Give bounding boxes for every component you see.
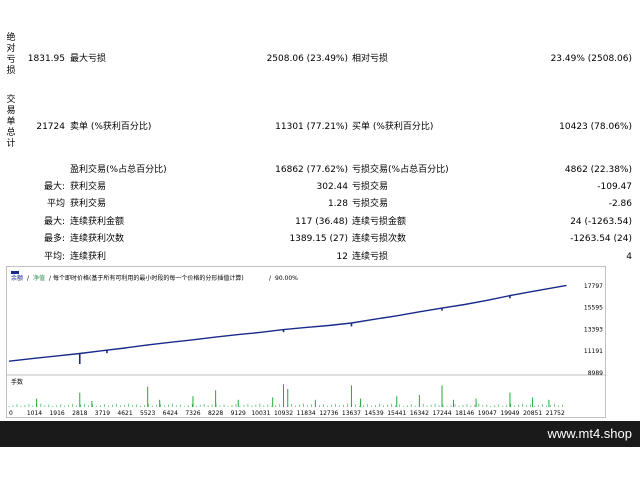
absolute-loss-value: 1831.95 xyxy=(27,54,65,64)
top-blank xyxy=(0,0,640,33)
bottom-blank xyxy=(0,447,640,480)
buy-trades-label: 买单 (%获利百分比) xyxy=(352,122,434,132)
consecutive-loss-count-value: -1263.54 (24) xyxy=(570,234,632,244)
consecutive-profit-count-label: 连续获利次数 xyxy=(70,234,125,244)
x-tick-label: 9129 xyxy=(231,410,246,417)
footer-bar: www.mt4.shop xyxy=(0,421,640,447)
largest-profit-label: 获利交易 xyxy=(70,182,107,192)
total-trades-value: 21724 xyxy=(36,122,65,132)
legend-sep-1: / xyxy=(27,275,30,282)
buy-trades-value: 10423 (78.06%) xyxy=(559,122,632,132)
balance-chart-svg: 余额 / 净值 / 每个即时价格(基于所有可利用的最小时段的每一个价格的分形插值… xyxy=(7,271,605,417)
legend-quality: 90.00% xyxy=(275,275,298,282)
x-tick-label: 15441 xyxy=(387,410,406,417)
max-consecutive-wins-value: 117 (36.48) xyxy=(295,217,348,227)
side-label-trades: 交易单总计 xyxy=(6,95,16,149)
volume-bars xyxy=(8,384,563,407)
report-table: 绝对亏损 交易单总计 1831.95 最大亏损 2508.06 (23.49%)… xyxy=(0,33,640,265)
avg-consecutive-wins-label: 连续获利 xyxy=(70,252,107,262)
x-tick-label: 10932 xyxy=(274,410,293,417)
x-tick-label: 3719 xyxy=(95,410,110,417)
x-tick-label: 10031 xyxy=(251,410,270,417)
x-tick-label: 0 xyxy=(9,410,13,417)
most-prefix: 最多: xyxy=(43,234,65,244)
balance-line xyxy=(8,284,567,362)
max-loss-label: 最大亏损 xyxy=(70,54,107,64)
equity-dips xyxy=(78,295,511,364)
largest-profit-value: 302.44 xyxy=(316,182,349,192)
legend-equity: 净值 xyxy=(33,274,45,282)
x-tick-label: 4621 xyxy=(117,410,132,417)
x-tick-label: 13637 xyxy=(342,410,361,417)
x-tick-label: 19949 xyxy=(500,410,519,417)
consecutive-profit-count-value: 1389.15 (27) xyxy=(289,234,348,244)
x-axis-ticks: 0 1014 1916 2818 3719 4621 5523 6424 7326 8228 912… xyxy=(9,410,565,417)
relative-loss-value: 23.49% (2508.06) xyxy=(550,54,632,64)
legend-description: 每个即时价格(基于所有可利用的最小时段的每一个价格的分形插值计算) xyxy=(53,274,244,282)
x-tick-label: 12736 xyxy=(319,410,338,417)
max-loss-value: 2508.06 (23.49%) xyxy=(266,54,348,64)
y-tick-label: 17797 xyxy=(584,283,603,290)
y-axis-ticks: 17797 15595 13393 11191 8989 xyxy=(584,283,603,377)
sell-trades-value: 11301 (77.21%) xyxy=(275,122,348,132)
max-consecutive-prefix: 最大: xyxy=(43,217,65,227)
profit-trades-value: 16862 (77.62%) xyxy=(275,165,348,175)
x-tick-label: 19047 xyxy=(478,410,497,417)
avg-consecutive-losses-label: 连续亏损 xyxy=(352,252,389,262)
legend-sep-3: / xyxy=(269,275,272,282)
avg-consecutive-losses-value: 4 xyxy=(626,252,632,262)
x-tick-label: 20851 xyxy=(523,410,542,417)
x-tick-label: 16342 xyxy=(410,410,429,417)
profit-trades-label: 盈利交易(%占总百分比) xyxy=(70,165,167,175)
y-tick-label: 8989 xyxy=(588,370,603,377)
loss-trades-value: 4862 (22.38%) xyxy=(564,165,632,175)
x-tick-label: 14539 xyxy=(365,410,384,417)
average-profit-value: 1.28 xyxy=(327,199,348,209)
relative-loss-label: 相对亏损 xyxy=(352,54,389,64)
average-profit-label: 获利交易 xyxy=(70,199,107,209)
average-loss-value: -2.86 xyxy=(608,199,632,209)
max-consecutive-losses-label: 连续亏损金额 xyxy=(352,217,407,227)
side-label-absolute: 绝对亏损 xyxy=(6,33,16,76)
consecutive-loss-count-label: 连续亏损次数 xyxy=(352,234,407,244)
avg-consecutive-prefix: 平均: xyxy=(43,252,65,262)
average-prefix: 平均 xyxy=(46,199,65,209)
largest-loss-value: -109.47 xyxy=(597,182,632,192)
average-loss-label: 亏损交易 xyxy=(352,199,389,209)
x-tick-label: 8228 xyxy=(208,410,223,417)
x-tick-label: 6424 xyxy=(163,410,178,417)
largest-loss-label: 亏损交易 xyxy=(352,182,389,192)
loss-trades-label: 亏损交易(%占总百分比) xyxy=(352,165,449,175)
balance-legend-swatch xyxy=(11,271,19,274)
volume-label: 手数 xyxy=(11,378,23,386)
x-tick-label: 7326 xyxy=(185,410,200,417)
chart-legend: 余额 / 净值 / 每个即时价格(基于所有可利用的最小时段的每一个价格的分形插值… xyxy=(11,271,298,282)
x-tick-label: 17244 xyxy=(432,410,451,417)
y-tick-label: 13393 xyxy=(584,326,603,333)
y-tick-label: 15595 xyxy=(584,305,603,312)
balance-chart: 余额 / 净值 / 每个即时价格(基于所有可利用的最小时段的每一个价格的分形插值… xyxy=(6,266,606,418)
sell-trades-label: 卖单 (%获利百分比) xyxy=(70,122,152,132)
x-tick-label: 11834 xyxy=(297,410,316,417)
y-tick-label: 11191 xyxy=(584,348,603,355)
legend-balance: 余额 xyxy=(11,274,23,282)
x-tick-label: 18146 xyxy=(455,410,474,417)
x-tick-label: 21752 xyxy=(546,410,565,417)
largest-prefix: 最大: xyxy=(43,182,65,192)
legend-sep-2: / xyxy=(49,275,52,282)
max-consecutive-wins-label: 连续获利金额 xyxy=(70,217,125,227)
max-consecutive-losses-value: 24 (-1263.54) xyxy=(570,217,632,227)
brand-watermark: www.mt4.shop xyxy=(547,426,632,441)
avg-consecutive-wins-value: 12 xyxy=(336,252,348,262)
x-tick-label: 2818 xyxy=(72,410,87,417)
x-tick-label: 1014 xyxy=(27,410,42,417)
x-tick-label: 1916 xyxy=(49,410,64,417)
x-tick-label: 5523 xyxy=(140,410,155,417)
